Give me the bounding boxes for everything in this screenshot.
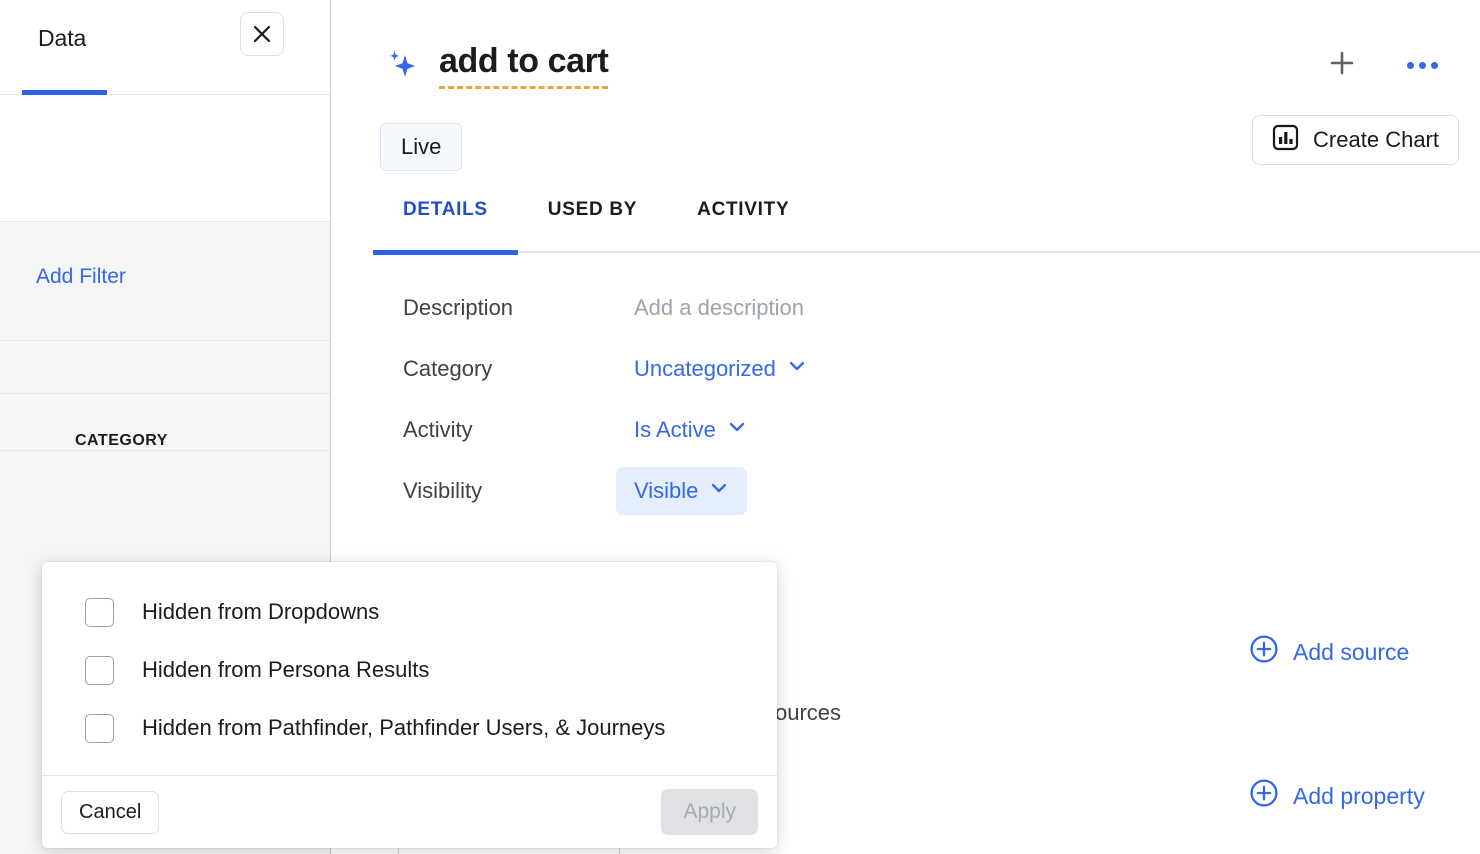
more-options-button[interactable] bbox=[1405, 48, 1439, 82]
visibility-options-popup: Hidden from Dropdowns Hidden from Person… bbox=[42, 562, 777, 848]
activity-dropdown[interactable]: Is Active bbox=[634, 417, 747, 443]
close-icon bbox=[251, 23, 273, 45]
sidebar-divider bbox=[0, 450, 330, 451]
sidebar-title: Data bbox=[38, 25, 86, 52]
popup-option-list: Hidden from Dropdowns Hidden from Person… bbox=[42, 562, 777, 775]
circle-plus-icon bbox=[1249, 778, 1279, 814]
add-button[interactable] bbox=[1325, 48, 1359, 82]
add-source-button[interactable]: Add source bbox=[1249, 634, 1409, 670]
visibility-dropdown[interactable]: Visible bbox=[616, 467, 747, 515]
option-label: Hidden from Pathfinder, Pathfinder Users… bbox=[142, 715, 665, 741]
plus-icon bbox=[1328, 49, 1356, 82]
apply-button[interactable]: Apply bbox=[661, 789, 758, 835]
create-chart-button[interactable]: Create Chart bbox=[1252, 115, 1459, 165]
category-label: Category bbox=[403, 356, 492, 382]
app-root: Data Add Filter CATEGORY bbox=[0, 0, 1480, 854]
visibility-label: Visibility bbox=[403, 478, 482, 504]
circle-plus-icon bbox=[1249, 634, 1279, 670]
description-value[interactable]: Add a description bbox=[634, 295, 804, 321]
page-title[interactable]: add to cart bbox=[439, 43, 608, 89]
option-hidden-from-persona-results[interactable]: Hidden from Persona Results bbox=[42, 641, 777, 699]
field-row-visibility: Visibility Visible bbox=[332, 460, 1480, 521]
checkbox-icon[interactable] bbox=[85, 656, 114, 685]
option-hidden-from-dropdowns[interactable]: Hidden from Dropdowns bbox=[42, 583, 777, 641]
chevron-down-icon bbox=[727, 417, 747, 443]
close-button[interactable] bbox=[240, 12, 284, 56]
tab-used-by[interactable]: USED BY bbox=[518, 195, 667, 253]
field-row-activity: Activity Is Active bbox=[332, 399, 1480, 460]
activity-value: Is Active bbox=[634, 417, 716, 443]
entity-subheader: Live Create Chart bbox=[332, 110, 1480, 195]
tab-details[interactable]: DETAILS bbox=[373, 195, 518, 253]
tab-bar: DETAILS USED BY ACTIVITY bbox=[373, 195, 1480, 253]
sidebar-blank-row bbox=[0, 341, 330, 394]
more-horizontal-icon bbox=[1404, 62, 1440, 69]
checkbox-icon[interactable] bbox=[85, 714, 114, 743]
cancel-button[interactable]: Cancel bbox=[61, 791, 159, 834]
sparkle-icon bbox=[385, 48, 421, 89]
entity-header: add to cart bbox=[332, 0, 1480, 110]
activity-label: Activity bbox=[403, 417, 473, 443]
tab-activity[interactable]: ACTIVITY bbox=[667, 195, 819, 253]
chevron-down-icon bbox=[787, 356, 807, 382]
bar-chart-icon bbox=[1272, 124, 1299, 157]
add-filter-link[interactable]: Add Filter bbox=[36, 265, 126, 289]
sidebar-header: Data bbox=[0, 0, 330, 95]
checkbox-icon[interactable] bbox=[85, 598, 114, 627]
create-chart-label: Create Chart bbox=[1313, 127, 1439, 153]
field-row-description: Description Add a description bbox=[332, 277, 1480, 338]
sidebar-category-section: CATEGORY bbox=[0, 394, 330, 494]
option-label: Hidden from Persona Results bbox=[142, 657, 429, 683]
popup-footer: Cancel Apply bbox=[42, 775, 777, 848]
add-property-label: Add property bbox=[1293, 783, 1425, 810]
category-section-header: CATEGORY bbox=[75, 432, 168, 450]
sidebar-filter-section: Add Filter bbox=[0, 222, 330, 341]
option-label: Hidden from Dropdowns bbox=[142, 599, 379, 625]
status-badge[interactable]: Live bbox=[380, 123, 462, 171]
add-source-label: Add source bbox=[1293, 639, 1409, 666]
sidebar-active-tab-indicator bbox=[22, 90, 107, 95]
field-row-category: Category Uncategorized bbox=[332, 338, 1480, 399]
chevron-down-icon bbox=[709, 478, 729, 504]
description-label: Description bbox=[403, 295, 513, 321]
visibility-value: Visible bbox=[634, 478, 698, 504]
details-form: Description Add a description Category U… bbox=[332, 253, 1480, 521]
option-hidden-from-pathfinder[interactable]: Hidden from Pathfinder, Pathfinder Users… bbox=[42, 699, 777, 757]
add-property-button[interactable]: Add property bbox=[1249, 778, 1425, 814]
category-value: Uncategorized bbox=[634, 356, 776, 382]
category-dropdown[interactable]: Uncategorized bbox=[634, 356, 807, 382]
sidebar-top-panel bbox=[0, 95, 330, 222]
